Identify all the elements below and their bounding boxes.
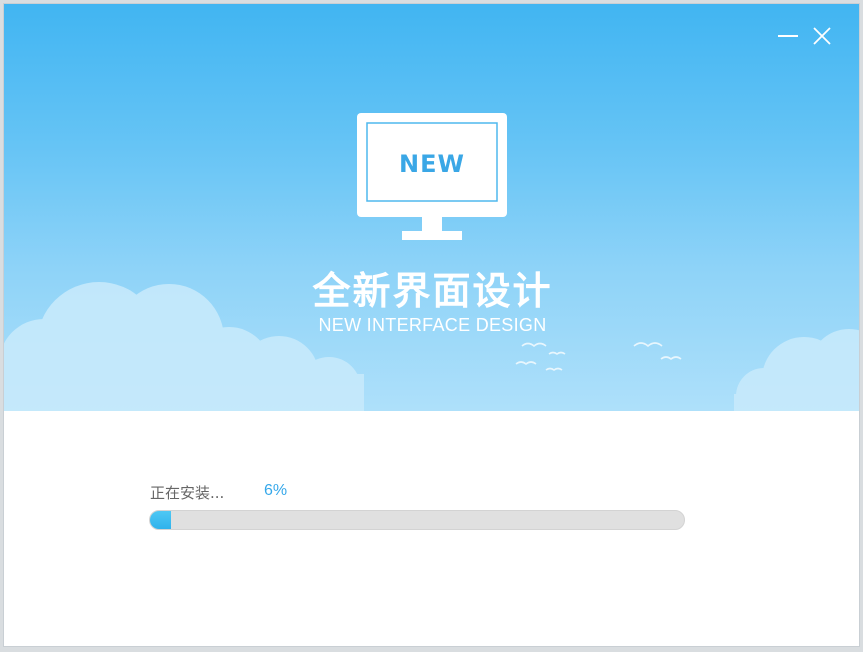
monitor-screen-text: NEW bbox=[399, 150, 465, 178]
progress-percent: 6% bbox=[264, 482, 288, 499]
minimize-button[interactable] bbox=[776, 24, 800, 48]
installer-window: NEW 全新界面设计 NEW INTERFACE DESIGN 正在安装... … bbox=[3, 3, 860, 647]
progress-status-label: 正在安装... bbox=[150, 484, 225, 502]
progress-bar-fill bbox=[150, 511, 172, 529]
minimize-icon bbox=[778, 35, 798, 37]
hero-title: 全新界面设计 bbox=[312, 269, 553, 313]
hero-banner: NEW 全新界面设计 NEW INTERFACE DESIGN bbox=[4, 4, 859, 411]
progress-bar bbox=[149, 510, 685, 530]
hero-subtitle: NEW INTERFACE DESIGN bbox=[318, 315, 547, 335]
close-icon bbox=[813, 27, 831, 45]
close-button[interactable] bbox=[810, 24, 834, 48]
